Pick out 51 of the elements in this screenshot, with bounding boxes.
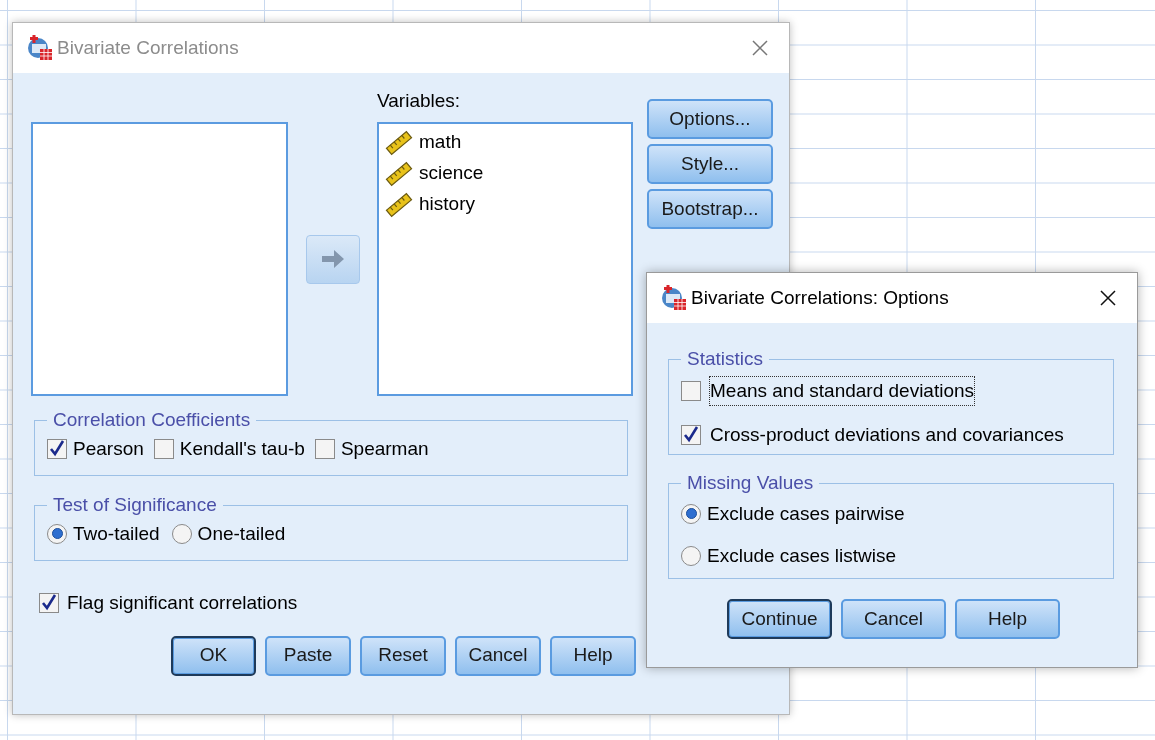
checkbox-label: Cross-product deviations and covariances [709,423,1065,447]
checkbox-label: Pearson [73,436,144,461]
source-variable-list[interactable] [31,122,288,396]
group-title: Statistics [686,347,765,371]
variable-item[interactable]: math [419,128,462,157]
checkbox-label: Means and standard deviations [709,375,976,406]
radio-label: Exclude cases pairwise [707,501,905,526]
dialog-button[interactable]: Help [550,635,636,676]
radio-label: Two-tailed [73,521,160,546]
dialog-button[interactable]: Help [955,599,1060,639]
dialog-button[interactable]: Paste [265,635,351,676]
checkmark-icon [40,594,58,613]
dialog-button[interactable]: Style... [647,144,773,184]
group-title: Missing Values [686,471,815,495]
dialog-button[interactable]: Options... [647,99,773,139]
radio-button[interactable] [681,546,701,567]
move-button[interactable] [305,234,360,284]
dialog-button[interactable]: Cancel [841,599,946,639]
dialog-button[interactable]: Bootstrap... [647,189,773,229]
window-title: Bivariate Correlations [57,35,240,60]
group-title: Correlation Coefficients [52,408,252,432]
checkbox[interactable] [39,593,59,614]
checkbox[interactable] [681,425,701,446]
variable-item[interactable]: history [419,190,475,219]
dialog-button[interactable]: OK [171,635,256,676]
variable-item[interactable]: science [419,159,484,188]
radio-label: Exclude cases listwise [707,544,897,568]
radio-button[interactable] [681,503,701,524]
close-icon[interactable] [1099,289,1117,307]
app-icon [27,35,53,61]
checkmark-icon [682,426,700,445]
arrow-icon [319,248,346,270]
field-label: Variables: [377,89,462,112]
checkbox[interactable] [314,438,335,459]
radio-label: One-tailed [197,521,286,546]
checkbox-label: Kendall's tau-b [179,436,305,461]
app-icon [661,285,687,311]
dialog-button[interactable]: Cancel [455,635,541,676]
window-title: Bivariate Correlations: Options [691,285,950,310]
dialog-button[interactable]: Continue [727,599,832,639]
group-title: Test of Significance [52,493,218,517]
checkmark-icon [48,439,66,458]
radio-button[interactable] [47,523,67,544]
checkbox[interactable] [47,438,67,459]
checkbox-label: Flag significant correlations [67,591,298,615]
checkbox-label: Spearman [340,436,429,461]
variables-list[interactable]: math science history [377,122,633,396]
checkbox[interactable] [153,438,174,459]
dialog-button[interactable]: Reset [360,635,446,676]
checkbox[interactable] [681,380,701,401]
radio-button[interactable] [171,523,192,544]
